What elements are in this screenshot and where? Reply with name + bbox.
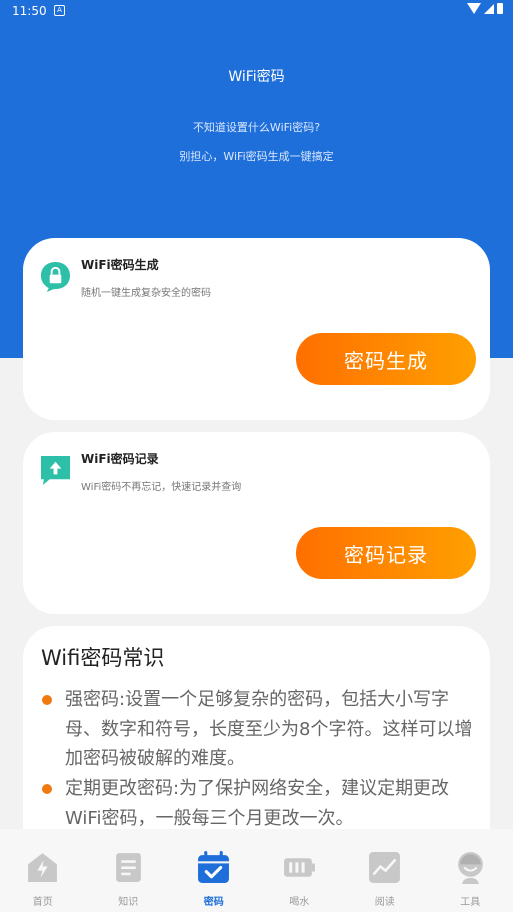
card-subtitle: WiFi密码不再忘记，快速记录并查询 bbox=[81, 482, 242, 493]
status-bar: 11:50 A bbox=[0, 0, 513, 22]
chart-icon bbox=[369, 852, 400, 883]
battery-icon bbox=[283, 858, 315, 877]
tab-water[interactable]: 喝水 bbox=[257, 829, 343, 912]
person-icon bbox=[457, 852, 483, 884]
tab-tools[interactable]: 工具 bbox=[428, 829, 513, 912]
home-icon bbox=[28, 853, 57, 882]
bullet-dot bbox=[42, 784, 52, 794]
tab-knowledge[interactable]: 知识 bbox=[86, 829, 172, 912]
status-icons bbox=[467, 3, 503, 14]
record-password-button[interactable]: 密码记录 bbox=[296, 527, 476, 579]
tab-label: 密码 bbox=[203, 897, 224, 908]
battery-status-icon bbox=[497, 3, 503, 14]
card-title: WiFi密码记录 bbox=[81, 452, 159, 466]
tab-home[interactable]: 首页 bbox=[0, 829, 86, 912]
document-icon bbox=[115, 853, 141, 882]
calendar-check-icon bbox=[198, 851, 229, 883]
tab-label: 阅读 bbox=[374, 897, 395, 908]
card-subtitle: 随机一键生成复杂安全的密码 bbox=[81, 288, 211, 299]
status-time: 11:50 bbox=[12, 4, 47, 18]
tab-label: 首页 bbox=[32, 897, 53, 908]
knowledge-item: 强密码:设置一个足够复杂的密码，包括大小写字母、数字和符号，长度至少为8个字符。… bbox=[65, 689, 473, 769]
hero-subtitle-2: 别担心，WiFi密码生成一键搞定 bbox=[179, 150, 334, 163]
page-title: WiFi密码 bbox=[228, 69, 285, 85]
cell-signal-icon bbox=[484, 3, 494, 14]
tab-reading[interactable]: 阅读 bbox=[342, 829, 428, 912]
knowledge-item: 定期更改密码:为了保护网络安全，建议定期更改 WiFi密码，一般每三个月更改一次… bbox=[65, 778, 450, 829]
tab-label: 知识 bbox=[118, 897, 139, 908]
password-generate-card: WiFi密码生成 随机一键生成复杂安全的密码 密码生成 bbox=[23, 238, 490, 420]
tab-label: 工具 bbox=[460, 897, 481, 908]
bottom-tab-bar: 首页 知识 密码 喝水 阅读 工具 bbox=[0, 829, 513, 912]
generate-password-button[interactable]: 密码生成 bbox=[296, 333, 476, 385]
knowledge-title: Wifi密码常识 bbox=[41, 646, 165, 670]
bullet-dot bbox=[42, 695, 52, 705]
hero-subtitle-1: 不知道设置什么WiFi密码? bbox=[192, 121, 321, 134]
wifi-signal-icon bbox=[467, 3, 481, 14]
upload-icon bbox=[40, 455, 71, 486]
notification-icon: A bbox=[54, 5, 65, 16]
tab-password[interactable]: 密码 bbox=[171, 829, 257, 912]
card-title: WiFi密码生成 bbox=[81, 258, 159, 272]
tab-label: 喝水 bbox=[289, 897, 310, 908]
lock-icon bbox=[40, 261, 71, 292]
password-record-card: WiFi密码记录 WiFi密码不再忘记，快速记录并查询 密码记录 bbox=[23, 432, 490, 614]
